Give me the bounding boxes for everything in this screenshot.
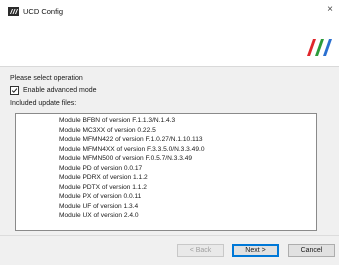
- operation-prompt: Please select operation: [10, 75, 83, 82]
- close-icon[interactable]: ×: [327, 5, 333, 15]
- list-item[interactable]: Module UF of version 1.3.4: [59, 203, 138, 210]
- advanced-mode-checkbox-row[interactable]: Enable advanced mode: [10, 86, 97, 95]
- header-banner: [0, 22, 339, 67]
- button-bar: < Back Next > Cancel: [0, 235, 339, 265]
- update-files-list[interactable]: Module BFBN of version F.1.1.3/N.1.4.3 M…: [15, 113, 317, 231]
- check-icon: [11, 88, 18, 93]
- cancel-button[interactable]: Cancel: [288, 244, 335, 257]
- list-item[interactable]: Module BFBN of version F.1.1.3/N.1.4.3: [59, 117, 175, 124]
- back-button[interactable]: < Back: [177, 244, 224, 257]
- advanced-mode-checkbox[interactable]: [10, 86, 19, 95]
- app-logo-icon: [8, 7, 19, 16]
- list-item[interactable]: Module PDRX of version 1.1.2: [59, 174, 148, 181]
- brand-logo-icon: [307, 39, 332, 56]
- included-files-label: Included update files:: [10, 100, 77, 107]
- list-item[interactable]: Module MFMN4XX of version F.3.3.5.0/N.3.…: [59, 146, 205, 153]
- next-button[interactable]: Next >: [232, 244, 279, 257]
- title-bar: UCD Config ×: [0, 0, 339, 22]
- list-item[interactable]: Module PX of version 0.0.11: [59, 193, 141, 200]
- list-item[interactable]: Module MFMN422 of version F.1.0.27/N.1.1…: [59, 136, 203, 143]
- list-item[interactable]: Module MC3XX of version 0.22.5: [59, 127, 156, 134]
- list-item[interactable]: Module PDTX of version 1.1.2: [59, 184, 147, 191]
- window-title: UCD Config: [23, 7, 64, 16]
- main-panel: Please select operation Enable advanced …: [0, 67, 339, 235]
- list-item[interactable]: Module PD of version 0.0.17: [59, 165, 142, 172]
- advanced-mode-label: Enable advanced mode: [23, 87, 97, 94]
- list-item[interactable]: Module UX of version 2.4.0: [59, 212, 139, 219]
- list-item[interactable]: Module MFMN500 of version F.0.5.7/N.3.3.…: [59, 155, 192, 162]
